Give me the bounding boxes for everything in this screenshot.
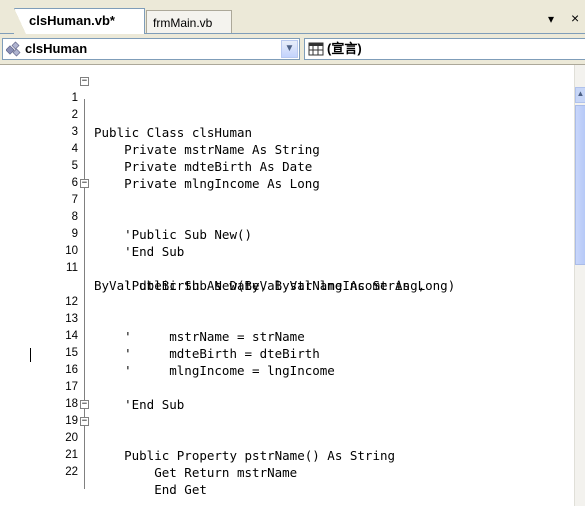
code-line: 6 — [71, 177, 78, 189]
code-line: 10 — [65, 245, 78, 257]
code-line-wrapped: ByVal dteBirth As Date, ByVal lngIncome … — [94, 278, 456, 293]
code-line: 13 ' mstrName = strName — [65, 313, 305, 344]
code-line: 11 'Public Sub New(ByVal strName As Stri… — [66, 262, 426, 293]
code-line: 17 'End Sub — [65, 381, 185, 412]
code-line: 16 — [65, 364, 78, 376]
code-line: 21 Return mstrName — [65, 449, 298, 480]
scroll-up-icon[interactable]: ▲ — [575, 87, 585, 103]
tab-list-dropdown-icon[interactable]: ▾ — [548, 12, 554, 26]
member-name-combo[interactable]: (宣言) — [304, 38, 585, 60]
collapse-icon[interactable]: − — [80, 417, 89, 426]
code-line: 12 — [65, 296, 78, 308]
code-line: 19 − Public Property pstrName() As Strin… — [65, 399, 396, 464]
declarations-icon — [308, 41, 324, 63]
code-line: 15 ' mlngIncome = lngIncome — [65, 347, 335, 378]
code-line: 20 − Get — [65, 416, 177, 481]
navigation-bar: clsHuman ▼ (宣言) — [0, 34, 585, 65]
scrollbar-thumb[interactable] — [575, 105, 585, 265]
class-combo-value: clsHuman — [25, 41, 88, 56]
collapse-icon[interactable]: − — [80, 179, 89, 188]
class-name-combo[interactable]: clsHuman ▼ — [2, 38, 300, 60]
code-line: 4 Private mdteBirth As Date — [71, 143, 313, 174]
code-line: 18 — [65, 398, 78, 410]
collapse-icon[interactable]: − — [80, 77, 89, 86]
code-editor[interactable]: 1 − Public Class clsHuman 2 3 Private ms… — [0, 65, 585, 506]
class-icon — [5, 41, 22, 63]
code-line: 3 Private mstrName As String — [71, 126, 320, 157]
code-line: 22 End Get — [65, 466, 207, 497]
member-combo-value: (宣言) — [327, 41, 362, 56]
code-line: 2 — [71, 109, 78, 121]
collapse-icon[interactable]: − — [80, 400, 89, 409]
code-line: 9 'End Sub — [71, 228, 185, 259]
close-document-icon[interactable]: × — [571, 10, 579, 26]
tab-clshuman-vb[interactable]: clsHuman.vb* — [14, 8, 145, 34]
document-tab-bar: clsHuman.vb* frmMain.vb ▾ × — [0, 0, 585, 34]
code-line: 8 — [71, 211, 78, 223]
code-line: 1 − Public Class clsHuman — [71, 76, 253, 141]
code-line: 7 − 'Public Sub New() — [71, 178, 253, 243]
tab-frmmain-vb[interactable]: frmMain.vb — [146, 10, 232, 34]
class-combo-dropdown-icon[interactable]: ▼ — [281, 40, 298, 58]
code-line: 5 Private mlngIncome As Long — [71, 160, 320, 191]
code-line: 14 ' mdteBirth = dteBirth — [0, 311, 585, 362]
vertical-scrollbar[interactable]: ▲ — [574, 65, 585, 506]
